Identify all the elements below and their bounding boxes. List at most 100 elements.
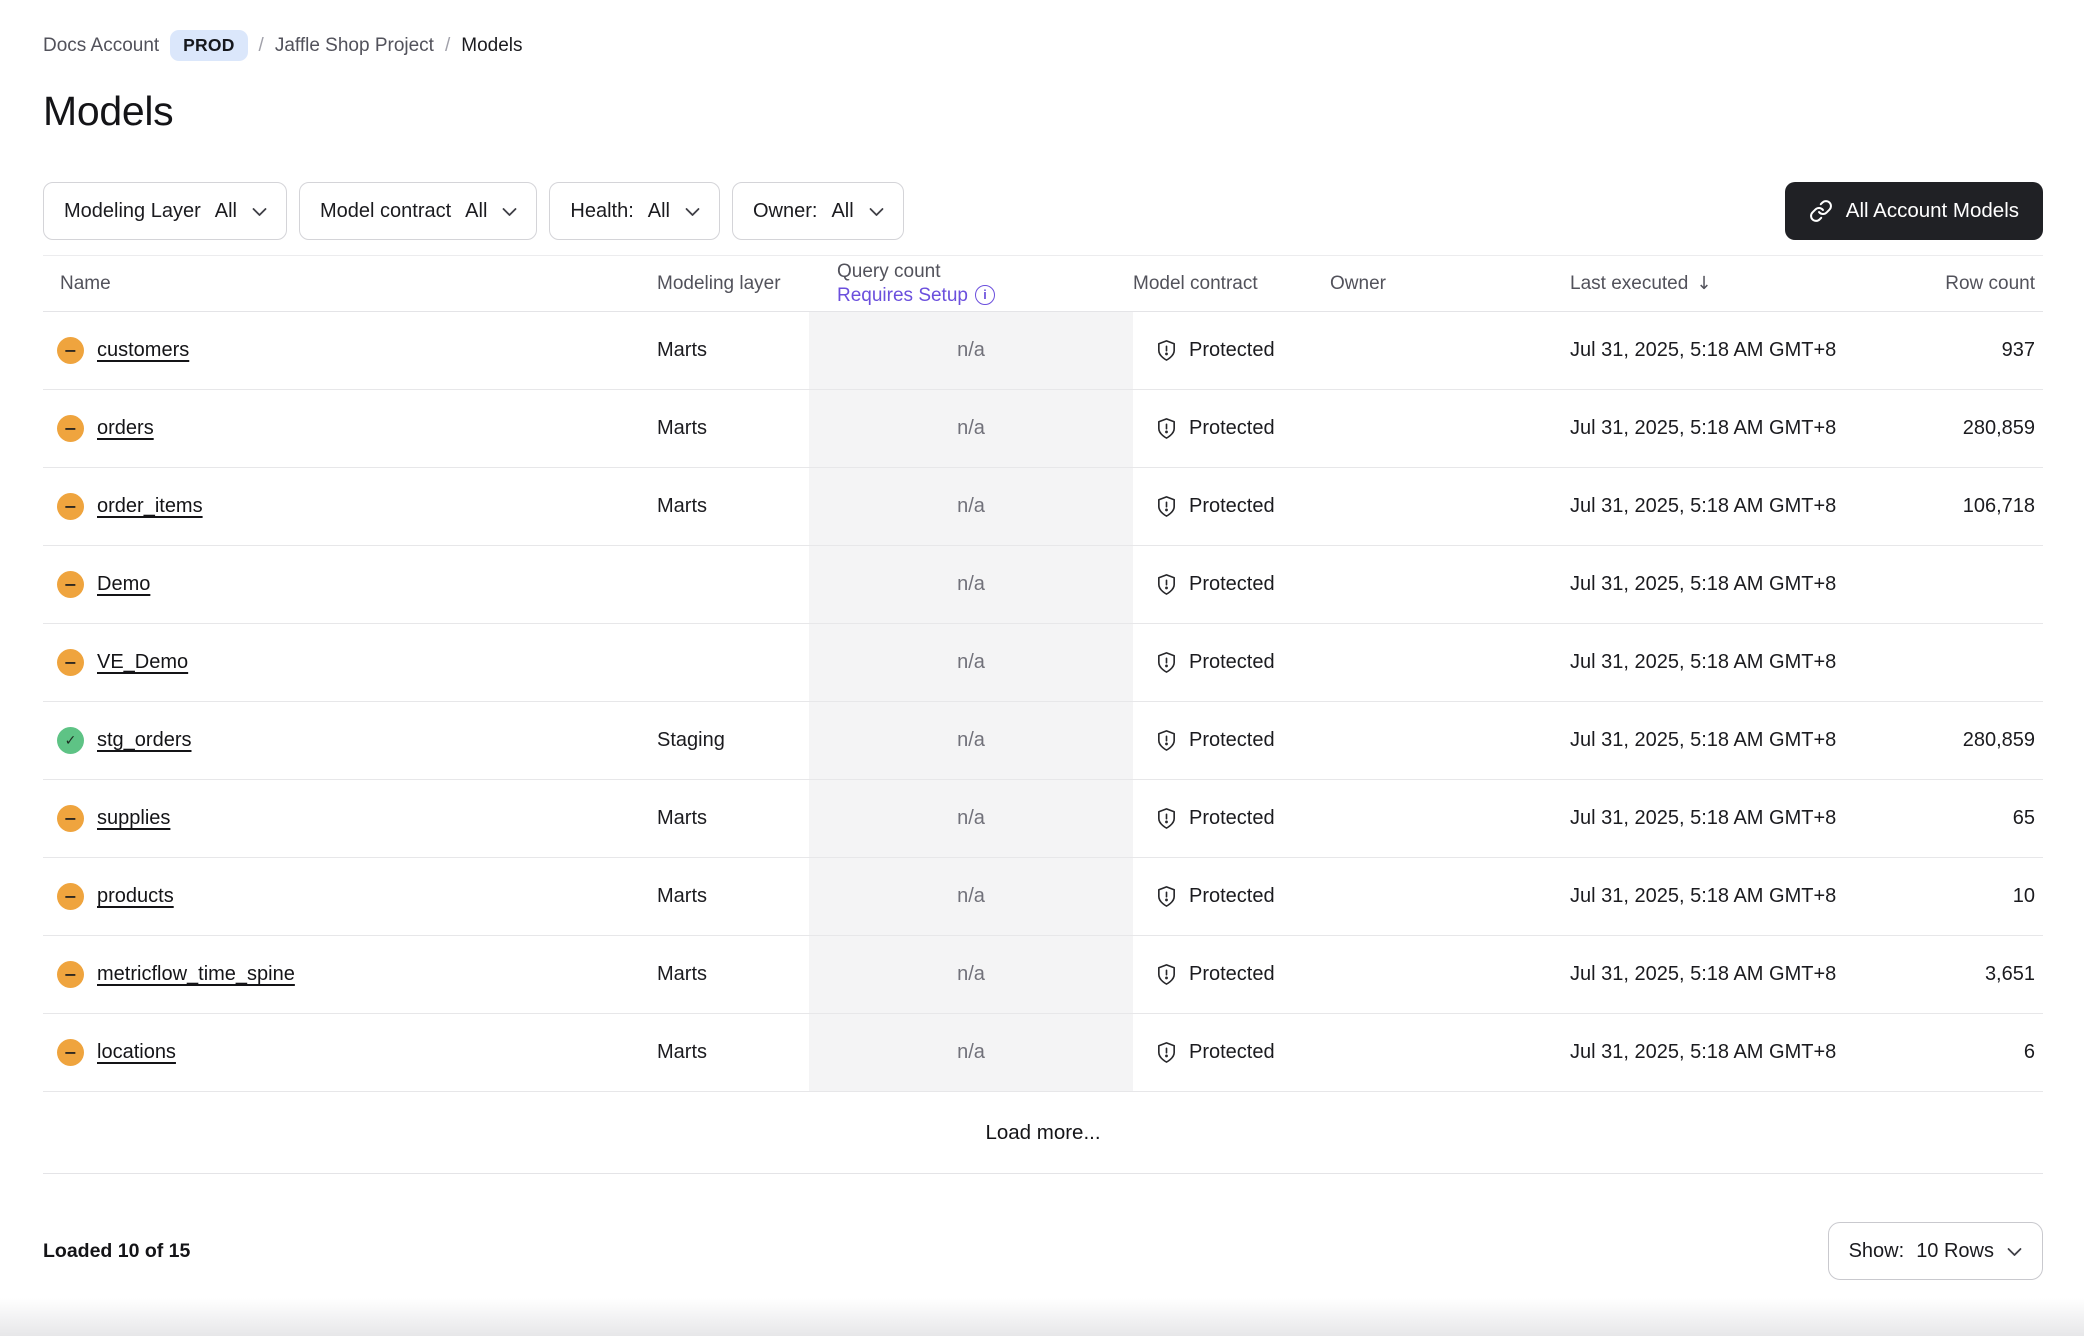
last-executed-value: Jul 31, 2025, 5:18 AM GMT+8 [1570,546,1860,623]
row-count-value: 65 [1860,780,2043,857]
shield-icon [1155,885,1178,908]
model-link[interactable]: locations [97,1041,176,1064]
model-contract-value: Protected [1133,780,1330,857]
filter-bar: Modeling Layer All Model contract All He… [43,182,2043,240]
model-contract-value: Protected [1133,1014,1330,1091]
modeling-layer-value: Marts [657,468,809,545]
last-executed-value: Jul 31, 2025, 5:18 AM GMT+8 [1570,936,1860,1013]
modeling-layer-value: Marts [657,780,809,857]
query-count-value: n/a [809,936,1133,1013]
owner-value [1330,858,1570,935]
model-link[interactable]: orders [97,417,154,440]
header-owner: Owner [1330,273,1570,295]
status-warning-icon: − [57,805,84,832]
status-warning-icon: − [57,1039,84,1066]
model-link[interactable]: order_items [97,495,203,518]
filter-modeling-layer[interactable]: Modeling Layer All [43,182,287,240]
owner-value [1330,546,1570,623]
status-warning-icon: − [57,571,84,598]
all-account-models-button[interactable]: All Account Models [1785,182,2043,240]
filter-value: All [648,200,670,223]
load-more-button[interactable]: Load more... [985,1121,1100,1145]
owner-value [1330,468,1570,545]
breadcrumb-current: Models [461,35,522,57]
status-warning-icon: − [57,883,84,910]
filter-value: All [831,200,853,223]
model-contract-value: Protected [1133,468,1330,545]
owner-value [1330,312,1570,389]
owner-value [1330,390,1570,467]
filter-value: All [465,200,487,223]
owner-value [1330,702,1570,779]
header-row-count: Row count [1860,273,2043,295]
requires-setup-link[interactable]: Requires Setup i [837,285,1133,305]
query-count-value: n/a [809,624,1133,701]
info-icon[interactable]: i [975,285,995,305]
env-badge-prod: PROD [170,30,247,61]
all-account-models-label: All Account Models [1846,199,2019,223]
shield-icon [1155,729,1178,752]
query-count-value: n/a [809,1014,1133,1091]
model-contract-value: Protected [1133,702,1330,779]
table-row: − products Marts n/a Protected Jul 31, 2… [43,858,2043,936]
row-count-value: 6 [1860,1014,2043,1091]
model-link[interactable]: products [97,885,174,908]
chevron-down-icon [2007,1247,2022,1257]
model-link[interactable]: Demo [97,573,150,596]
filter-label: Modeling Layer [64,200,201,223]
filter-model-contract[interactable]: Model contract All [299,182,537,240]
filter-health[interactable]: Health: All [549,182,720,240]
owner-value [1330,936,1570,1013]
query-count-value: n/a [809,780,1133,857]
filter-label: Model contract [320,200,451,223]
row-count-value: 937 [1860,312,2043,389]
query-count-value: n/a [809,312,1133,389]
table-row: − locations Marts n/a Protected Jul 31, … [43,1014,2043,1092]
table-header-row: Name Modeling layer Query count Requires… [43,255,2043,312]
table-row: ✓ stg_orders Staging n/a Protected Jul 3… [43,702,2043,780]
modeling-layer-value: Marts [657,858,809,935]
row-count-value: 280,859 [1860,390,2043,467]
table-row: − Demo n/a Protected Jul 31, 2025, 5:18 … [43,546,2043,624]
load-more-row: Load more... [43,1092,2043,1174]
chevron-down-icon [252,207,267,217]
filter-value: All [215,200,237,223]
shield-icon [1155,963,1178,986]
last-executed-value: Jul 31, 2025, 5:18 AM GMT+8 [1570,312,1860,389]
table-row: − metricflow_time_spine Marts n/a Protec… [43,936,2043,1014]
last-executed-value: Jul 31, 2025, 5:18 AM GMT+8 [1570,858,1860,935]
model-link[interactable]: metricflow_time_spine [97,963,295,986]
models-page: Docs Account PROD / Jaffle Shop Project … [0,0,2084,1280]
show-rows-label: Show: [1849,1240,1905,1263]
header-query-count-label: Query count [837,262,1133,282]
shield-icon [1155,339,1178,362]
model-link[interactable]: customers [97,339,189,362]
breadcrumb-project[interactable]: Jaffle Shop Project [275,35,434,57]
modeling-layer-value: Marts [657,312,809,389]
row-count-value: 10 [1860,858,2043,935]
show-rows-dropdown[interactable]: Show: 10 Rows [1828,1222,2043,1280]
modeling-layer-value: Staging [657,702,809,779]
header-modeling-layer: Modeling layer [657,273,809,295]
link-icon [1809,199,1833,223]
row-count-value: 280,859 [1860,702,2043,779]
table-row: − customers Marts n/a Protected Jul 31, … [43,312,2043,390]
header-last-executed[interactable]: Last executed ↓ [1570,273,1860,295]
model-link[interactable]: stg_orders [97,729,192,752]
query-count-value: n/a [809,546,1133,623]
chevron-down-icon [502,207,517,217]
status-success-icon: ✓ [57,727,84,754]
status-warning-icon: − [57,337,84,364]
model-link[interactable]: VE_Demo [97,651,188,674]
breadcrumb-separator: / [259,35,264,57]
model-link[interactable]: supplies [97,807,170,830]
loaded-count-text: Loaded 10 of 15 [43,1240,190,1263]
breadcrumb-account[interactable]: Docs Account [43,35,159,57]
row-count-value: 3,651 [1860,936,2043,1013]
filter-owner[interactable]: Owner: All [732,182,904,240]
status-warning-icon: − [57,961,84,988]
model-contract-value: Protected [1133,390,1330,467]
last-executed-value: Jul 31, 2025, 5:18 AM GMT+8 [1570,624,1860,701]
modeling-layer-value: Marts [657,936,809,1013]
table-row: − order_items Marts n/a Protected Jul 31… [43,468,2043,546]
